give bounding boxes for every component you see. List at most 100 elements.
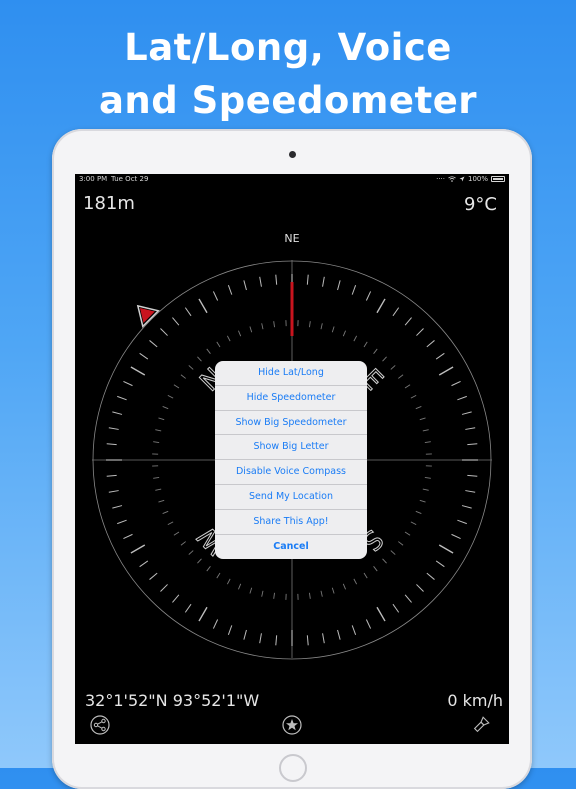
compass-tick [457, 396, 466, 399]
compass-inner-tick [262, 323, 263, 329]
altitude-readout: 181m [83, 193, 135, 214]
compass-tick [323, 633, 325, 643]
disable-voice-compass-button[interactable]: Disable Voice Compass [215, 460, 367, 485]
compass-tick [228, 625, 231, 634]
compass-inner-tick [354, 579, 357, 584]
compass-inner-tick [181, 542, 186, 546]
compass-inner-tick [425, 442, 431, 443]
compass-inner-tick [168, 522, 173, 525]
compass-tick [416, 584, 423, 591]
lat-long-readout: 32°1'52"N 93°52'1"W [85, 691, 259, 710]
compass-tick [123, 381, 132, 385]
temperature-readout: 9°C [464, 194, 497, 215]
north-marker-group [130, 298, 158, 326]
compass-inner-tick [227, 579, 230, 584]
compass-inner-tick [189, 551, 193, 555]
send-my-location-button[interactable]: Send My Location [215, 485, 367, 510]
compass-tick [366, 620, 370, 629]
cancel-button[interactable]: Cancel [215, 535, 367, 560]
compass-tick [260, 633, 262, 643]
compass-tick [199, 299, 207, 313]
compass-tick [457, 520, 466, 523]
compass-inner-tick [411, 395, 416, 398]
compass-tick [439, 545, 453, 553]
action-sheet: Hide Lat/Long Hide Speedometer Show Big … [215, 361, 367, 559]
compass-tick [439, 367, 453, 375]
compass-inner-tick [405, 385, 410, 388]
compass-tick [107, 444, 117, 445]
heading-label: NE [75, 232, 509, 245]
compass-tick [228, 285, 231, 294]
share-this-app-button[interactable]: Share This App! [215, 510, 367, 535]
show-big-speedometer-button[interactable]: Show Big Speedometer [215, 411, 367, 436]
compass-inner-tick [309, 593, 310, 599]
compass-tick [436, 353, 444, 359]
app-screen: 3:00 PM Tue Oct 29 ···· 100% [75, 174, 509, 744]
compass-inner-tick [153, 442, 159, 443]
compass-tick [467, 475, 477, 476]
compass-inner-tick [250, 588, 252, 594]
compass-tick [213, 291, 217, 300]
hide-lat-long-button[interactable]: Hide Lat/Long [215, 361, 367, 386]
compass-tick [107, 475, 117, 476]
compass-inner-tick [383, 357, 387, 361]
compass-inner-tick [321, 323, 322, 329]
compass-tick [109, 428, 119, 430]
compass-tick [260, 277, 262, 287]
compass-inner-tick [374, 566, 378, 571]
compass-inner-tick [416, 406, 422, 408]
compass-tick [172, 595, 178, 603]
compass-tick [352, 625, 355, 634]
compass-tick [140, 561, 148, 567]
compass-inner-tick [217, 342, 220, 347]
compass-tick [244, 280, 247, 290]
star-icon[interactable] [282, 715, 302, 735]
compass-inner-tick [423, 489, 429, 490]
compass-tick [452, 534, 461, 538]
compass-inner-tick [238, 584, 240, 590]
compass-tick [112, 412, 122, 415]
compass-inner-tick [197, 559, 201, 563]
compass-inner-tick [274, 321, 275, 327]
compass-inner-tick [207, 349, 211, 354]
share-icon[interactable] [90, 715, 110, 735]
compass-tick [307, 275, 308, 285]
home-button[interactable] [279, 754, 307, 782]
compass-inner-tick [420, 500, 426, 502]
compass-inner-tick [374, 349, 378, 354]
compass-tick [405, 318, 411, 326]
compass-inner-tick [416, 511, 422, 513]
compass-tick [352, 285, 355, 294]
tablet-frame: 3:00 PM Tue Oct 29 ···· 100% [52, 129, 532, 789]
compass-tick [123, 534, 132, 538]
compass-inner-tick [425, 477, 431, 478]
compass-inner-tick [383, 559, 387, 563]
compass-tick [160, 584, 167, 591]
compass-tick [213, 620, 217, 629]
compass-tick [117, 396, 126, 399]
compass-inner-tick [155, 489, 161, 490]
compass-inner-tick [155, 430, 161, 431]
compass-tick [452, 381, 461, 385]
compass-inner-tick [189, 365, 193, 369]
hide-speedometer-button[interactable]: Hide Speedometer [215, 386, 367, 411]
compass-tick [117, 520, 126, 523]
compass-tick [465, 428, 475, 430]
compass-tick [465, 491, 475, 493]
compass-inner-tick [423, 430, 429, 431]
flashlight-icon[interactable] [471, 715, 491, 735]
show-big-letter-button[interactable]: Show Big Letter [215, 435, 367, 460]
compass-inner-tick [398, 375, 403, 379]
compass-tick [366, 291, 370, 300]
compass-inner-tick [153, 477, 159, 478]
compass-inner-tick [343, 584, 345, 590]
compass-inner-tick [398, 542, 403, 546]
compass-tick [244, 630, 247, 640]
compass-inner-tick [391, 365, 395, 369]
compass-tick [427, 573, 435, 579]
compass-inner-tick [174, 385, 179, 388]
compass-inner-tick [181, 375, 186, 379]
compass-tick [276, 275, 277, 285]
compass-tick [377, 607, 385, 621]
compass-tick [131, 367, 145, 375]
